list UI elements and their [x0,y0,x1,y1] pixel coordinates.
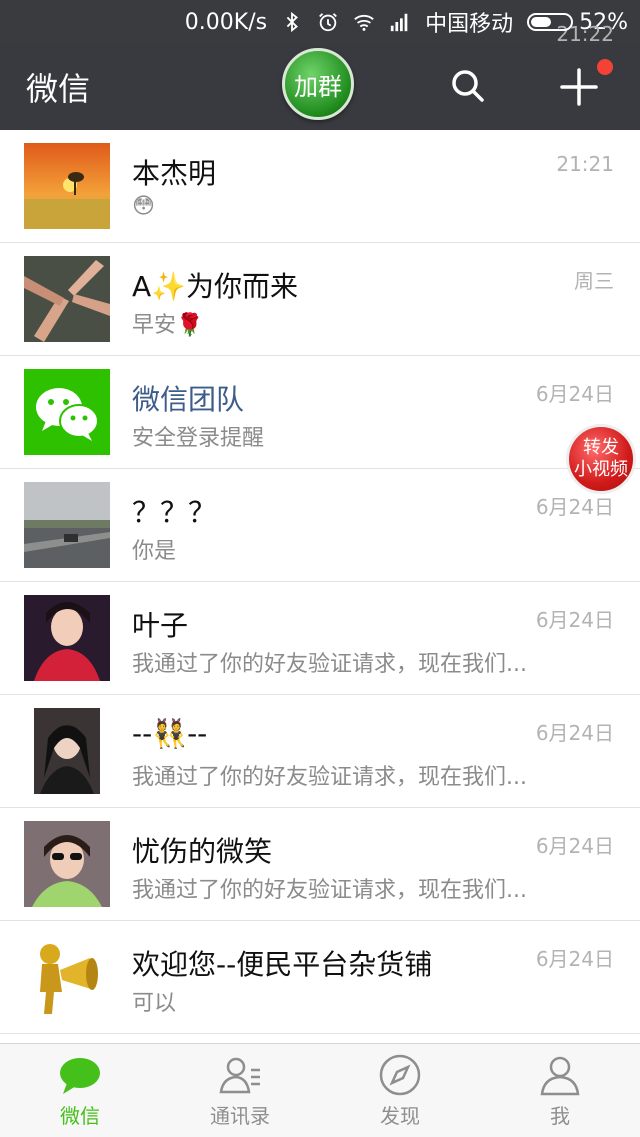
chat-time: 6月24日 [535,834,614,858]
avatar-portrait-green [24,821,110,907]
wechat-logo-icon [24,369,110,455]
chat-name: ？？？ [132,496,217,529]
chat-time: 6月24日 [535,947,614,971]
forward-short-video-button[interactable]: 转发 小视频 [566,424,636,494]
chat-preview: 😳 [132,194,155,219]
bottom-tab-bar: 微信 通讯录 发现 我 [0,1043,640,1137]
chat-preview: 早安🌹 [132,313,204,338]
add-icon[interactable] [558,66,600,108]
chat-name: A✨为你而来 [132,270,299,303]
notification-dot [597,59,613,75]
status-bar: 21:22 0.00K/s 中国移动 52% [0,0,640,46]
network-speed: 0.00K/s [184,9,268,35]
chat-bubble-icon [60,1058,100,1094]
search-icon[interactable] [448,66,488,106]
chat-row[interactable]: 微信团队 安全登录提醒 6月24日 [0,356,640,469]
fab-line1: 转发 [583,437,619,458]
chat-preview: 你是 [132,539,177,564]
carrier-name: 中国移动 [425,12,514,37]
tab-label: 通讯录 [210,1104,270,1128]
tab-label: 发现 [380,1104,420,1128]
chat-row[interactable]: 欢迎您--便民平台杂货铺 可以 6月24日 [0,921,640,1034]
avatar-portrait-dark [34,708,100,794]
chat-row[interactable]: 忧伤的微笑 我通过了你的好友验证请求，现在我们... 6月24日 [0,808,640,921]
chat-row[interactable]: 叶子 我通过了你的好友验证请求，现在我们... 6月24日 [0,582,640,695]
chat-row[interactable]: --👯-- 我通过了你的好友验证请求，现在我们... 6月24日 [0,695,640,808]
chat-name: 微信团队 [132,383,245,416]
avatar-hands [24,256,110,342]
signal-icon [390,13,408,32]
person-icon [540,1056,580,1096]
chat-name: --👯-- [132,717,208,750]
battery-icon [527,13,574,31]
bluetooth-icon [286,11,299,33]
chat-time: 6月24日 [535,608,614,632]
tab-contacts[interactable]: 通讯录 [160,1044,320,1137]
chat-name: 忧伤的微笑 [132,835,273,868]
app-header: 微信 加群 [0,44,640,130]
tab-chats[interactable]: 微信 [0,1044,160,1137]
chat-row[interactable]: ？？？ 你是 6月24日 [0,469,640,582]
tab-label: 我 [550,1104,570,1128]
chat-list: 本杰明 😳 21:21 A✨为你而来 早安🌹 周三 微信团队 安全登录提醒 6月… [0,130,640,1034]
chat-name: 欢迎您--便民平台杂货铺 [132,948,433,981]
chat-name: 本杰明 [132,157,217,190]
alarm-icon [319,13,337,32]
chat-preview: 可以 [132,991,177,1016]
fab-line2: 小视频 [574,459,628,480]
avatar-sunset [24,143,110,229]
tab-discover[interactable]: 发现 [320,1044,480,1137]
contacts-icon [219,1057,260,1094]
page-title: 微信 [26,70,91,108]
chat-time: 6月24日 [535,382,614,406]
chat-time: 周三 [574,269,614,293]
chat-row[interactable]: A✨为你而来 早安🌹 周三 [0,243,640,356]
chat-time: 21:21 [556,152,614,176]
chat-time: 6月24日 [535,495,614,519]
chat-row[interactable]: 本杰明 😳 21:21 [0,130,640,243]
tab-label: 微信 [60,1104,100,1128]
avatar-portrait-red [24,595,110,681]
chat-name: 叶子 [132,609,189,642]
avatar-gold-megaphone [24,934,110,1020]
chat-preview: 我通过了你的好友验证请求，现在我们... [132,765,527,790]
chat-preview: 我通过了你的好友验证请求，现在我们... [132,652,527,677]
chat-time: 6月24日 [535,721,614,745]
chat-preview: 安全登录提醒 [132,426,265,451]
chat-preview: 我通过了你的好友验证请求，现在我们... [132,878,527,903]
compass-icon [379,1054,421,1096]
wifi-icon [354,14,374,31]
avatar-road [24,482,110,568]
join-group-button[interactable]: 加群 [282,48,354,120]
tab-me[interactable]: 我 [480,1044,640,1137]
